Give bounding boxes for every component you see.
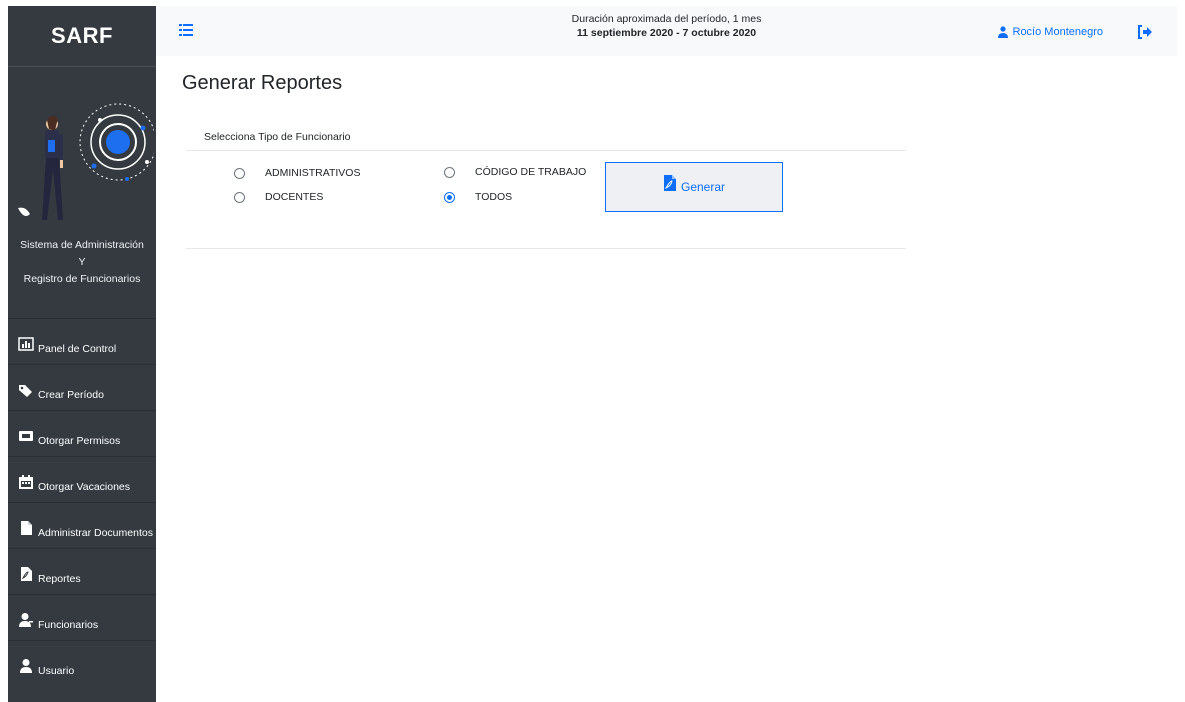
sidebar-item-reportes[interactable]: Reportes — [8, 548, 156, 594]
radio-circle[interactable] — [234, 167, 245, 179]
radio-label: TODOS — [475, 191, 513, 203]
divider — [186, 150, 906, 151]
tags-icon — [18, 382, 34, 398]
sidebar-item-label: Administrar Documentos — [38, 527, 153, 539]
subtitle-line-2: Y — [78, 256, 86, 268]
section-label: Selecciona Tipo de Funcionario — [204, 131, 351, 143]
sidebar-item-otorgar-permisos[interactable]: Otorgar Permisos — [8, 410, 156, 456]
radio-circle[interactable] — [444, 166, 455, 178]
page-title: Generar Reportes — [182, 72, 343, 94]
sidebar-item-label: Otorgar Vacaciones — [38, 481, 131, 493]
radio-todos[interactable]: TODOS — [444, 191, 512, 203]
sidebar-item-label: Usuario — [38, 665, 75, 677]
sidebar-item-administrar-documentos[interactable]: Administrar Documentos — [8, 502, 156, 548]
file-icon — [18, 520, 34, 536]
radio-label: DOCENTES — [265, 191, 324, 203]
chart-icon — [18, 336, 34, 352]
top-bar: Duración aproximada del período, 1 mes 1… — [156, 6, 1177, 56]
pdf-icon — [18, 566, 34, 582]
radio-docentes[interactable]: DOCENTES — [234, 191, 323, 203]
sidebar-nav: Panel de Control Crear Período Otorgar P… — [8, 318, 156, 686]
radio-codigo-de-trabajo[interactable]: CÓDIGO DE TRABAJO — [444, 166, 586, 178]
period-duration: Duración aproximada del período, 1 mes — [571, 13, 762, 25]
orbit-illustration — [16, 84, 157, 234]
sidebar-item-label: Crear Período — [38, 389, 104, 401]
sidebar-item-label: Funcionarios — [38, 619, 99, 631]
logout-icon[interactable] — [1137, 24, 1153, 40]
sidebar-item-usuario[interactable]: Usuario — [8, 640, 156, 686]
radio-administrativos[interactable]: ADMINISTRATIVOS — [234, 167, 360, 179]
brand-logo[interactable]: SARF — [8, 6, 156, 67]
subtitle-line-1: Sistema de Administración — [20, 239, 144, 251]
pdf-icon — [663, 174, 677, 192]
user-icon — [997, 26, 1008, 38]
divider — [186, 248, 906, 249]
calendar-icon — [18, 474, 34, 490]
subtitle-line-3: Registro de Funcionarios — [23, 273, 141, 285]
sidebar-item-crear-periodo[interactable]: Crear Período — [8, 364, 156, 410]
user-name: Rocío Montenegro — [1012, 26, 1104, 38]
sidebar-item-funcionarios[interactable]: Funcionarios — [8, 594, 156, 640]
generate-button[interactable]: Generar — [605, 162, 783, 212]
ticket-icon — [18, 428, 34, 444]
radio-circle-selected[interactable] — [444, 191, 455, 203]
system-subtitle: Sistema de Administración Y Registro de … — [8, 237, 156, 288]
user-menu[interactable]: Rocío Montenegro — [997, 26, 1104, 38]
generate-label: Generar — [680, 180, 726, 194]
radio-circle[interactable] — [234, 191, 245, 203]
sidebar-item-otorgar-vacaciones[interactable]: Otorgar Vacaciones — [8, 456, 156, 502]
sidebar-item-label: Reportes — [38, 573, 81, 585]
sidebar-item-label: Otorgar Permisos — [38, 435, 121, 447]
radio-label: ADMINISTRATIVOS — [265, 167, 361, 179]
sidebar-item-label: Panel de Control — [38, 343, 117, 355]
user-tie-icon — [18, 612, 34, 628]
sidebar: SARF Sistema de Administración Y Registr… — [8, 6, 157, 702]
radio-label: CÓDIGO DE TRABAJO — [475, 166, 587, 178]
sidebar-item-panel-de-control[interactable]: Panel de Control — [8, 318, 156, 364]
user-icon — [18, 658, 34, 674]
